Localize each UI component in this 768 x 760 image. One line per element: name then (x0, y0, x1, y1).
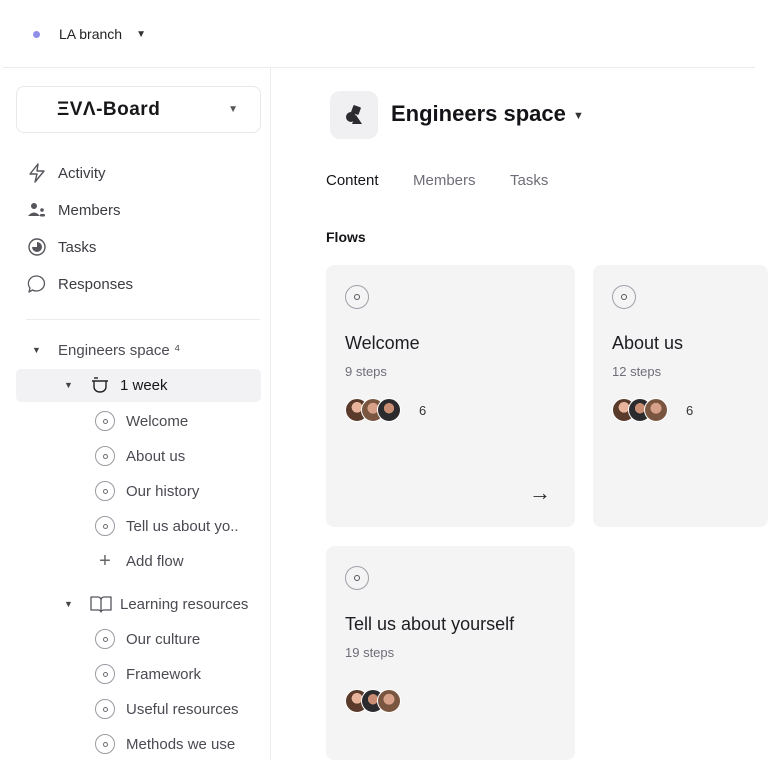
flows-heading: Flows (326, 229, 366, 245)
tree-item-engineers-space[interactable]: ▼ Engineers space ⁴ (32, 338, 180, 362)
tree-item-label: Learning resources (120, 595, 249, 613)
sidebar-separator (26, 319, 260, 320)
branch-selector[interactable]: LA branch ▼ (33, 26, 146, 42)
flow-card-welcome[interactable]: Welcome 9 steps 6 → (326, 265, 575, 527)
avatar (644, 398, 668, 422)
tree-item-label: Tell us about yo.. (126, 517, 239, 535)
tree-item-label: Useful resources (126, 700, 239, 718)
space-icon (330, 91, 378, 139)
card-steps: 19 steps (345, 645, 395, 660)
book-icon (90, 595, 112, 613)
tree-item-label: Welcome (126, 412, 189, 430)
flow-icon (612, 285, 636, 309)
tree-item-label: Methods we use (126, 735, 236, 753)
add-flow-button[interactable]: + Add flow (95, 549, 184, 573)
tree-flow-welcome[interactable]: Welcome (95, 409, 188, 433)
triangle-down-icon: ▼ (32, 345, 41, 355)
sidebar-item-activity[interactable]: Activity (26, 162, 106, 184)
branch-label: LA branch (59, 26, 123, 42)
triangle-down-icon: ▼ (64, 599, 73, 609)
branch-status-dot (33, 30, 40, 38)
tree-item-label: Add flow (126, 552, 184, 570)
sidebar-item-tasks[interactable]: Tasks (26, 236, 96, 258)
card-title: Tell us about yourself (345, 614, 515, 634)
tab-content[interactable]: Content (326, 172, 379, 189)
tasks-icon (26, 236, 48, 258)
flow-icon (95, 629, 115, 649)
chevron-down-icon: ▼ (228, 104, 238, 115)
tree-flow-methods[interactable]: Methods we use (95, 732, 235, 756)
sidebar-item-label: Responses (58, 275, 134, 293)
tree-item-label: Our culture (126, 630, 201, 648)
flow-icon (95, 734, 115, 754)
tree-item-learning-resources[interactable]: ▼ Learning resources (64, 592, 248, 616)
main-content: Engineers space ▼ Content Members Tasks … (271, 68, 768, 760)
card-title: About us (612, 333, 684, 353)
tab-tasks[interactable]: Tasks (510, 172, 548, 189)
flow-icon (345, 285, 369, 309)
lightning-icon (26, 162, 48, 184)
tab-members[interactable]: Members (413, 172, 476, 189)
avatar-group: 6 (612, 398, 693, 422)
card-steps: 12 steps (612, 364, 662, 379)
tree-item-label: 1 week (120, 376, 168, 394)
calendar-week-icon (90, 377, 110, 393)
board-selector[interactable]: ΞVΛ-Board ▼ (16, 86, 261, 133)
flow-icon (95, 699, 115, 719)
arrow-right-icon[interactable]: → (529, 480, 551, 506)
plus-icon: + (99, 550, 111, 572)
flow-icon (345, 566, 369, 590)
avatar (377, 689, 401, 713)
tree-item-label: Framework (126, 665, 202, 683)
card-title: Welcome (345, 333, 420, 353)
top-bar: LA branch ▼ (0, 0, 768, 68)
tree-flow-about-us[interactable]: About us (95, 444, 185, 468)
sidebar: ΞVΛ-Board ▼ Activity Members Tasks Respo… (0, 68, 270, 760)
avatar (377, 398, 401, 422)
sidebar-item-members[interactable]: Members (26, 199, 121, 221)
tree-item-label: About us (126, 447, 186, 465)
tree-flow-our-history[interactable]: Our history (95, 479, 199, 503)
flow-icon (95, 411, 115, 431)
tree-flow-tell-us[interactable]: Tell us about yo.. (95, 514, 239, 538)
members-icon (26, 199, 48, 221)
chevron-down-icon[interactable]: ▼ (573, 110, 584, 122)
tree-flow-useful-resources[interactable]: Useful resources (95, 697, 239, 721)
tree-item-1-week[interactable]: ▼ 1 week (64, 373, 168, 397)
tree-flow-framework[interactable]: Framework (95, 662, 201, 686)
flow-icon (95, 481, 115, 501)
flow-icon (95, 516, 115, 536)
sidebar-item-label: Tasks (58, 238, 97, 256)
page-title: Engineers space (391, 101, 566, 126)
card-steps: 9 steps (345, 364, 387, 379)
chevron-down-icon: ▼ (136, 28, 146, 40)
tree-flow-our-culture[interactable]: Our culture (95, 627, 200, 651)
sidebar-item-label: Members (58, 201, 121, 219)
flow-icon (95, 664, 115, 684)
tree-item-label: Engineers space ⁴ (58, 341, 181, 359)
triangle-down-icon: ▼ (64, 380, 73, 390)
member-count: 6 (686, 402, 694, 418)
member-count: 6 (419, 402, 427, 418)
chat-bubble-icon (26, 273, 48, 295)
sidebar-item-responses[interactable]: Responses (26, 273, 133, 295)
flow-card-about-us[interactable]: About us 12 steps 6 (593, 265, 768, 527)
flow-icon (95, 446, 115, 466)
tree-item-label: Our history (126, 482, 200, 500)
board-logo: ΞVΛ-Board (57, 99, 161, 120)
avatar-group: 6 (345, 398, 426, 422)
flow-card-tell-us[interactable]: Tell us about yourself 19 steps (326, 546, 575, 760)
avatar-group (345, 689, 401, 713)
sidebar-item-label: Activity (58, 164, 106, 182)
